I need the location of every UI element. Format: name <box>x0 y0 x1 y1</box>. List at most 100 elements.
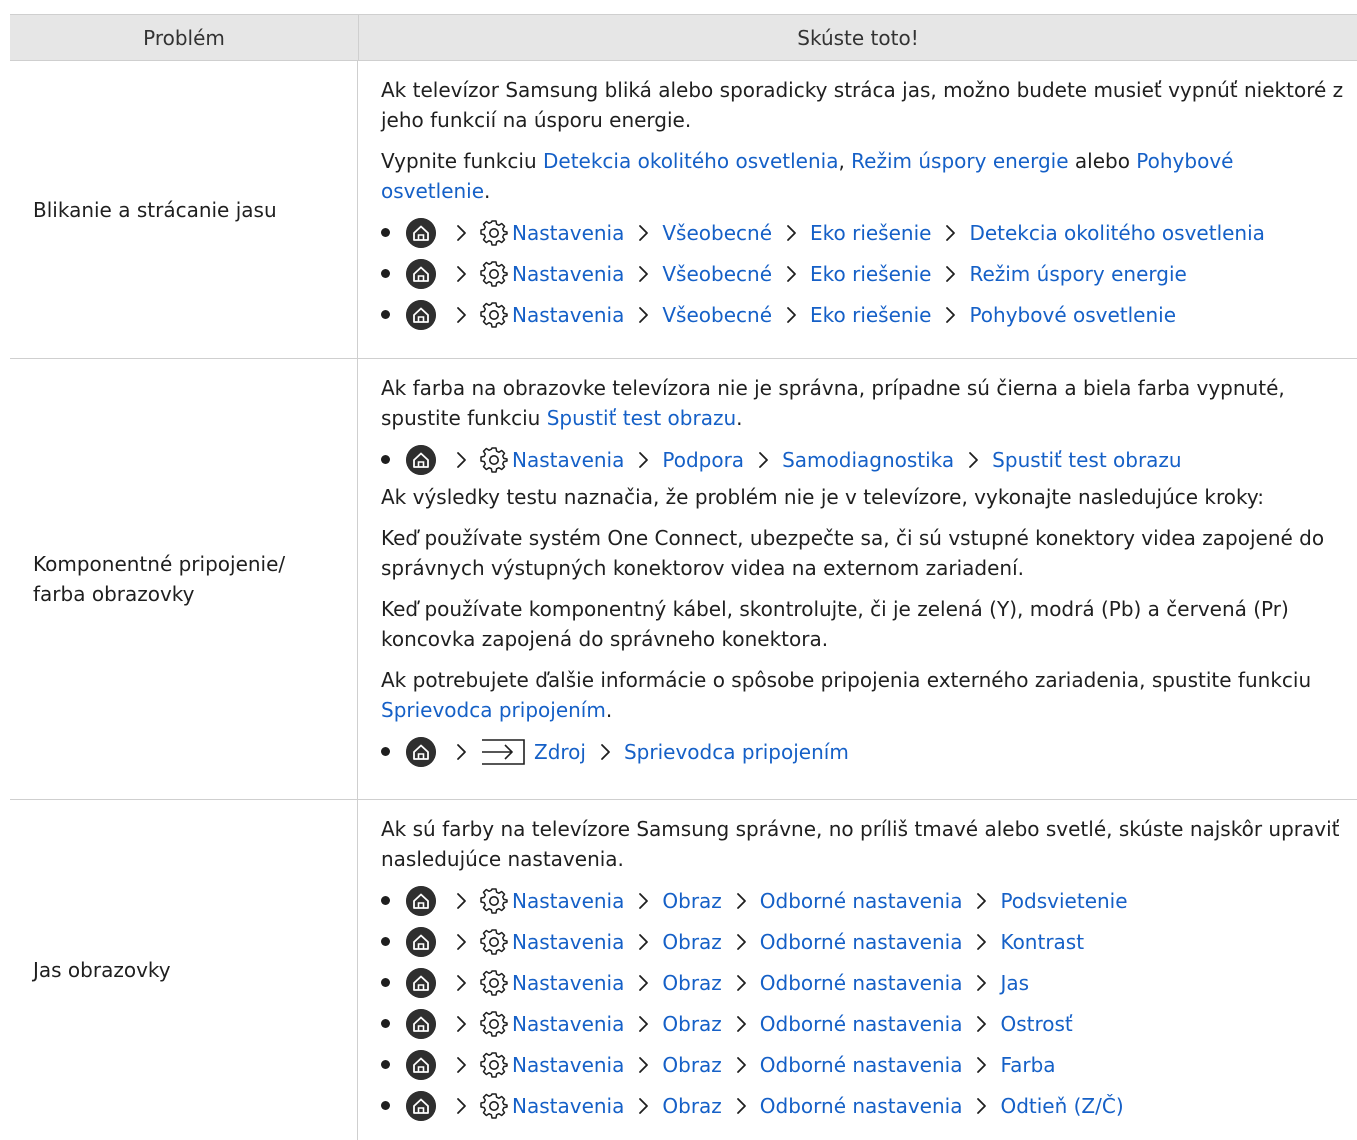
chevron-right-icon <box>448 1014 474 1034</box>
chevron-right-icon <box>630 973 656 993</box>
chevron-right-icon <box>630 1055 656 1075</box>
menu-path-item[interactable]: Kontrast <box>1000 927 1084 957</box>
menu-path-item[interactable]: Obraz <box>662 968 721 998</box>
problem-text: Komponentné pripojenie/ farba obrazovky <box>33 552 286 606</box>
menu-path-item[interactable]: Režim úspory energie <box>969 259 1186 289</box>
troubleshooting-table: Problém Skúste toto! Blikanie a strácani… <box>10 14 1357 1140</box>
gear-icon <box>480 1051 508 1079</box>
solution-cell: Ak televízor Samsung bliká alebo sporadi… <box>358 61 1356 358</box>
menu-path-item[interactable]: Všeobecné <box>662 259 772 289</box>
gear-icon <box>480 969 508 997</box>
menu-path-item[interactable]: Nastavenia <box>512 968 624 998</box>
paragraph: Ak farba na obrazovke televízora nie je … <box>381 373 1346 433</box>
bullet <box>381 937 390 946</box>
menu-path-item[interactable]: Obraz <box>662 1050 721 1080</box>
home-icon <box>406 258 436 289</box>
home-icon <box>406 1090 436 1121</box>
home-icon <box>406 299 436 330</box>
menu-path-item[interactable]: Obraz <box>662 1091 721 1121</box>
menu-path: Nastavenia Obraz Odborné nastavenia Jas <box>381 962 1346 1003</box>
menu-path-item[interactable]: Nastavenia <box>512 259 624 289</box>
menu-path-item[interactable]: Odborné nastavenia <box>760 1009 963 1039</box>
paragraph: Vypnite funkciu Detekcia okolitého osvet… <box>381 146 1346 206</box>
chevron-right-icon <box>968 1014 994 1034</box>
menu-path-item[interactable]: Eko riešenie <box>810 259 931 289</box>
menu-path-item[interactable]: Všeobecné <box>662 218 772 248</box>
link-power-saving-mode[interactable]: Režim úspory energie <box>851 149 1068 173</box>
menu-path-item[interactable]: Nastavenia <box>512 886 624 916</box>
menu-path: Nastavenia Všeobecné Eko riešenie Pohybové … <box>381 294 1346 335</box>
chevron-right-icon <box>728 1096 754 1116</box>
menu-path-item[interactable]: Eko riešenie <box>810 300 931 330</box>
link-connection-guide[interactable]: Sprievodca pripojením <box>381 698 606 722</box>
menu-path-item[interactable]: Jas <box>1000 968 1029 998</box>
menu-path-item[interactable]: Detekcia okolitého osvetlenia <box>969 218 1264 248</box>
chevron-right-icon <box>968 932 994 952</box>
menu-path-item[interactable]: Spustiť test obrazu <box>992 445 1181 475</box>
chevron-right-icon <box>448 305 474 325</box>
menu-path-item[interactable]: Ostrosť <box>1000 1009 1072 1039</box>
gear-icon <box>480 1010 508 1038</box>
menu-path-item[interactable]: Obraz <box>662 927 721 957</box>
chevron-right-icon <box>968 973 994 993</box>
menu-path-item[interactable]: Podpora <box>662 445 744 475</box>
menu-path-item[interactable]: Obraz <box>662 1009 721 1039</box>
link-ambient-light-detection[interactable]: Detekcia okolitého osvetlenia <box>543 149 838 173</box>
menu-path: Nastavenia Obraz Odborné nastavenia Odtieň … <box>381 1085 1346 1126</box>
bullet <box>381 896 390 905</box>
menu-path-item[interactable]: Odborné nastavenia <box>760 1050 963 1080</box>
header-problem: Problém <box>10 15 359 60</box>
solution-cell: Ak sú farby na televízore Samsung správn… <box>358 800 1356 1140</box>
menu-path-item[interactable]: Zdroj <box>534 737 586 767</box>
menu-path-item[interactable]: Obraz <box>662 886 721 916</box>
menu-path: Nastavenia Obraz Odborné nastavenia Farba <box>381 1044 1346 1085</box>
menu-path-item[interactable]: Sprievodca pripojením <box>624 737 849 767</box>
paragraph: Keď používate komponentný kábel, skontro… <box>381 597 1289 651</box>
header-try-this: Skúste toto! <box>797 25 919 50</box>
chevron-right-icon <box>630 891 656 911</box>
menu-path-item[interactable]: Odborné nastavenia <box>760 886 963 916</box>
chevron-right-icon <box>728 1014 754 1034</box>
menu-path-item[interactable]: Nastavenia <box>512 1050 624 1080</box>
chevron-right-icon <box>448 973 474 993</box>
menu-path-item[interactable]: Farba <box>1000 1050 1055 1080</box>
chevron-right-icon <box>937 305 963 325</box>
menu-path-item[interactable]: Odborné nastavenia <box>760 1091 963 1121</box>
menu-path-item[interactable]: Eko riešenie <box>810 218 931 248</box>
chevron-right-icon <box>728 891 754 911</box>
menu-path-item[interactable]: Odborné nastavenia <box>760 927 963 957</box>
menu-path-list: Nastavenia Všeobecné Eko riešenie Detekcia … <box>381 212 1346 335</box>
problem-cell: Blikanie a strácanie jasu <box>10 61 358 358</box>
menu-path-item[interactable]: Nastavenia <box>512 927 624 957</box>
chevron-right-icon <box>728 973 754 993</box>
chevron-right-icon <box>968 891 994 911</box>
chevron-right-icon <box>630 264 656 284</box>
table-header: Problém Skúste toto! <box>10 14 1357 61</box>
menu-path-item[interactable]: Nastavenia <box>512 300 624 330</box>
text: Ak farba na obrazovke televízora nie je … <box>381 376 1285 430</box>
menu-path-item[interactable]: Odborné nastavenia <box>760 968 963 998</box>
menu-path-item[interactable]: Pohybové osvetlenie <box>969 300 1176 330</box>
menu-path-item[interactable]: Nastavenia <box>512 218 624 248</box>
menu-path: Nastavenia Obraz Odborné nastavenia Kontras… <box>381 921 1346 962</box>
home-icon <box>406 885 436 916</box>
home-icon <box>406 736 436 767</box>
menu-path-item[interactable]: Podsvietenie <box>1000 886 1127 916</box>
chevron-right-icon <box>448 1055 474 1075</box>
gear-icon <box>480 219 508 247</box>
bullet <box>381 455 390 464</box>
gear-icon <box>480 887 508 915</box>
bullet <box>381 269 390 278</box>
text: Vypnite funkciu <box>381 149 543 173</box>
link-run-picture-test[interactable]: Spustiť test obrazu <box>547 406 736 430</box>
menu-path-item[interactable]: Nastavenia <box>512 1091 624 1121</box>
bullet <box>381 1101 390 1110</box>
menu-path-item[interactable]: Nastavenia <box>512 1009 624 1039</box>
menu-path-item[interactable]: Všeobecné <box>662 300 772 330</box>
problem-cell: Komponentné pripojenie/ farba obrazovky <box>10 359 358 799</box>
chevron-right-icon <box>630 223 656 243</box>
menu-path-item[interactable]: Nastavenia <box>512 445 624 475</box>
menu-path-item[interactable]: Odtieň (Z/Č) <box>1000 1091 1123 1121</box>
menu-path-item[interactable]: Samodiagnostika <box>782 445 954 475</box>
chevron-right-icon <box>448 223 474 243</box>
